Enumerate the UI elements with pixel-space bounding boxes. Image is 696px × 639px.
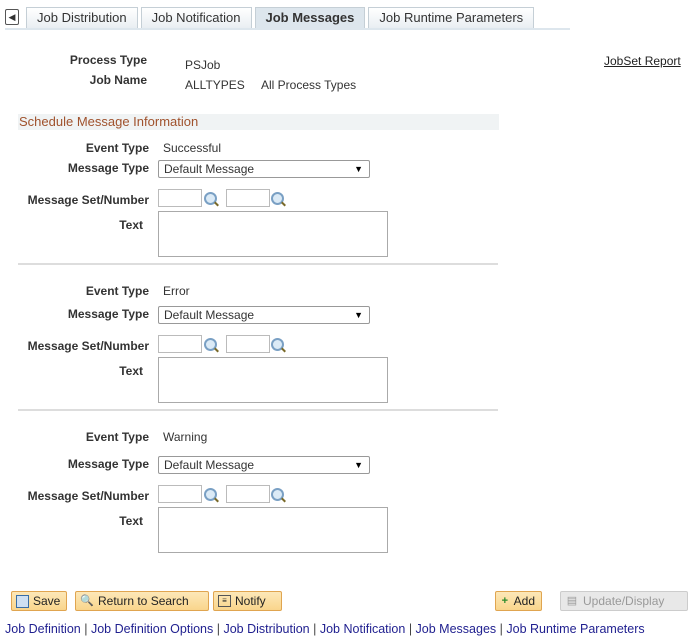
tab-job-messages[interactable]: Job Messages [254,7,366,28]
message-text-area[interactable] [158,357,388,403]
tab-bar: ◀ Job Distribution Job Notification Job … [5,7,537,28]
update-display-button: ▤ Update/Display [560,591,688,611]
message-number-input[interactable] [226,189,270,207]
message-type-select[interactable]: Default Message ▼ [158,456,370,474]
link-job-definition-options[interactable]: Job Definition Options [91,622,213,636]
notify-icon: ≡ [218,595,231,607]
link-job-notification[interactable]: Job Notification [320,622,405,636]
message-type-select[interactable]: Default Message ▼ [158,306,370,324]
job-name-description: All Process Types [261,78,357,92]
message-type-label: Message Type [67,457,149,471]
event-type-label: Event Type [85,284,149,298]
add-icon: + [501,595,509,607]
section-divider [18,409,498,411]
tab-underline [5,28,570,30]
message-set-lookup-icon[interactable] [204,192,217,205]
notify-button[interactable]: ≡ Notify [213,591,282,611]
dropdown-arrow-icon: ▼ [354,310,363,320]
search-return-icon: 🔍 [80,595,94,607]
event-type-value: Error [163,284,190,298]
scroll-left-icon[interactable]: ◀ [5,9,19,25]
event-type-label: Event Type [85,141,149,155]
message-set-input[interactable] [158,189,202,207]
message-type-select[interactable]: Default Message ▼ [158,160,370,178]
add-button[interactable]: + Add [495,591,542,611]
job-name-label: Job Name [89,73,147,87]
link-job-distribution[interactable]: Job Distribution [223,622,309,636]
section-title: Schedule Message Information [18,114,499,130]
save-icon [16,594,29,608]
process-type-value: PSJob [185,58,221,72]
message-number-input[interactable] [226,335,270,353]
link-job-runtime-parameters[interactable]: Job Runtime Parameters [506,622,644,636]
message-set-input[interactable] [158,335,202,353]
link-job-definition[interactable]: Job Definition [5,622,81,636]
message-text-area[interactable] [158,211,388,257]
tab-job-runtime-parameters[interactable]: Job Runtime Parameters [368,7,535,28]
message-type-label: Message Type [67,307,149,321]
event-type-value: Successful [163,141,222,155]
tab-job-notification[interactable]: Job Notification [140,7,252,28]
update-display-icon: ▤ [566,595,578,607]
link-job-messages[interactable]: Job Messages [416,622,497,636]
return-to-search-button[interactable]: 🔍 Return to Search [75,591,209,611]
message-set-number-label: Message Set/Number [27,193,149,207]
message-set-number-label: Message Set/Number [27,489,149,503]
message-number-lookup-icon[interactable] [271,488,284,501]
text-label: Text [119,364,143,378]
job-name-value: ALLTYPES [185,78,245,92]
tab-job-distribution[interactable]: Job Distribution [26,7,138,28]
dropdown-arrow-icon: ▼ [354,164,363,174]
footer-links: Job Definition | Job Definition Options … [5,622,645,636]
message-set-input[interactable] [158,485,202,503]
message-set-number-label: Message Set/Number [27,339,149,353]
message-type-label: Message Type [67,161,149,175]
event-type-label: Event Type [85,430,149,444]
event-type-value: Warning [163,430,208,444]
message-text-area[interactable] [158,507,388,553]
process-type-label: Process Type [69,53,147,67]
save-button[interactable]: Save [11,591,68,611]
section-divider [18,263,498,265]
message-set-lookup-icon[interactable] [204,338,217,351]
text-label: Text [119,514,143,528]
jobset-report-link[interactable]: JobSet Report [604,54,681,68]
message-set-lookup-icon[interactable] [204,488,217,501]
dropdown-arrow-icon: ▼ [354,460,363,470]
message-number-lookup-icon[interactable] [271,192,284,205]
message-number-lookup-icon[interactable] [271,338,284,351]
message-number-input[interactable] [226,485,270,503]
text-label: Text [119,218,143,232]
